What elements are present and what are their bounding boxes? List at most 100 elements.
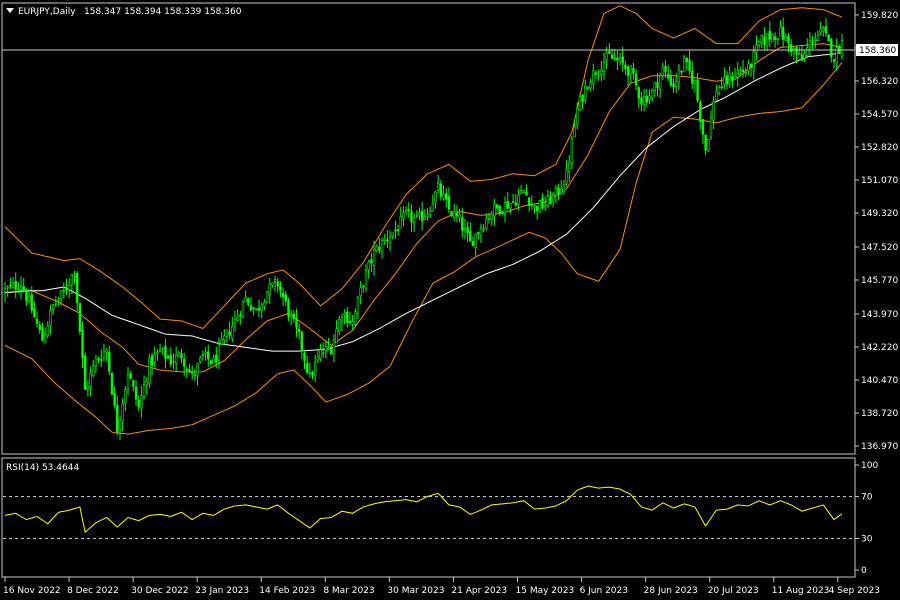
candle-body (281, 292, 285, 298)
candle-body (327, 347, 330, 350)
candle-body (244, 296, 247, 302)
candle-body (276, 281, 279, 287)
candle-body (94, 357, 98, 367)
candle-body (137, 399, 140, 408)
candle (84, 352, 87, 390)
candle-body (629, 65, 632, 76)
candle-body (343, 312, 346, 316)
candle-body (557, 187, 560, 195)
candle-body (164, 345, 167, 359)
candle-body (824, 26, 828, 34)
candle-body (110, 372, 114, 395)
candle-body (642, 96, 646, 105)
candle-body (362, 285, 365, 288)
candle-body (346, 311, 349, 324)
candle-body (543, 204, 547, 208)
candle-body (247, 298, 250, 305)
time-axis-label: 23 Jan 2023 (195, 586, 249, 596)
candle-body (800, 54, 804, 61)
candle-body (78, 302, 82, 332)
price-axis-label: 149.320 (861, 209, 898, 219)
time-axis-label: 14 Feb 2023 (259, 586, 315, 596)
candle-body (180, 353, 183, 359)
candle-body (517, 195, 520, 205)
candle-body (672, 83, 675, 88)
candle-body (562, 184, 566, 193)
candle-body (798, 53, 801, 55)
candle-body (450, 211, 453, 217)
candle-body (9, 284, 12, 287)
candle-body (677, 69, 681, 83)
candle-body (715, 91, 718, 101)
candle-body (215, 354, 218, 363)
candle-body (27, 296, 31, 302)
candle-body (97, 358, 100, 361)
candle-body (744, 71, 747, 74)
candle-body (308, 371, 312, 374)
candle-body (658, 75, 662, 90)
candle-body (212, 357, 215, 365)
time-axis-label: 11 Aug 2023 (772, 586, 830, 596)
candle-body (188, 369, 191, 373)
candle-body (688, 59, 691, 72)
candle-body (108, 352, 111, 372)
candle-body (675, 81, 678, 87)
time-axis-label: 28 Jun 2023 (644, 586, 698, 596)
candle-body (241, 301, 245, 318)
candle-body (816, 34, 820, 42)
candle-body (568, 162, 571, 173)
candle-body (402, 212, 405, 219)
candle-body (84, 355, 87, 390)
candle-body (621, 56, 624, 64)
candle-body (471, 241, 475, 247)
candle-body (822, 27, 825, 32)
candle-body (773, 36, 777, 41)
candle (265, 290, 269, 304)
candle-body (789, 44, 793, 52)
ohlc-values: 158.347 158.394 158.339 158.360 (84, 7, 242, 17)
candle-body (65, 288, 68, 291)
candle-body (458, 214, 461, 218)
candle-body (410, 211, 413, 223)
candle-body (442, 194, 445, 199)
candle-body (469, 231, 472, 242)
candle-body (412, 217, 416, 223)
candle-body (292, 313, 296, 319)
candle-body (420, 210, 424, 222)
candle-body (394, 229, 397, 232)
time-axis-label: 15 May 2023 (516, 586, 575, 596)
candle-body (768, 30, 771, 40)
candle-body (124, 388, 127, 403)
candle-body (239, 314, 242, 317)
candle-body (174, 354, 178, 364)
candle-body (324, 345, 328, 351)
candle-body (522, 190, 525, 193)
candle-body (356, 297, 360, 314)
candle-body (771, 34, 774, 42)
price-axis-label: 154.570 (861, 110, 898, 120)
candle-body (166, 356, 170, 359)
trading-chart[interactable]: 159.820158.070156.320154.570152.820151.0… (0, 0, 900, 600)
candle-body (535, 206, 539, 212)
candle-body (669, 75, 673, 86)
rsi-axis-label: 100 (861, 461, 878, 471)
candle-body (570, 137, 574, 163)
candle-body (33, 308, 36, 317)
candle-body (680, 70, 683, 73)
candle-body (485, 218, 488, 229)
candle-body (749, 63, 753, 69)
candle-body (757, 40, 761, 47)
time-axis-label: 20 Jul 2023 (708, 586, 759, 596)
candle-body (233, 318, 237, 324)
candle-body (86, 386, 90, 390)
candle-body (116, 404, 119, 433)
candle-body (525, 191, 528, 196)
candle-body (169, 355, 172, 365)
candle-body (551, 194, 555, 202)
candle-body (605, 52, 608, 61)
candle-body (701, 119, 705, 135)
candle-body (461, 217, 464, 231)
price-axis-label: 143.970 (861, 310, 898, 320)
candle-body (434, 191, 437, 203)
candle-body (549, 195, 552, 205)
